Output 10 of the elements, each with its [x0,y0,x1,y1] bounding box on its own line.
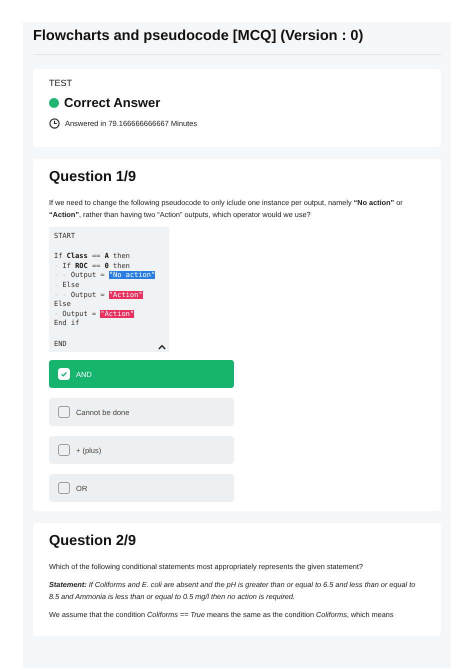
result-text: Correct Answer [64,95,160,110]
clock-icon [49,118,60,129]
question-heading: Question 1/9 [49,169,138,185]
checkbox [58,482,70,494]
question-heading: Question 2/9 [49,533,138,550]
caret-icon[interactable] [158,344,166,350]
checkbox [58,406,70,418]
test-label: TEST [49,78,74,88]
checkbox [58,444,70,456]
page-title: Flowcharts and pseudocode [MCQ] (Version : 0) [33,27,364,46]
